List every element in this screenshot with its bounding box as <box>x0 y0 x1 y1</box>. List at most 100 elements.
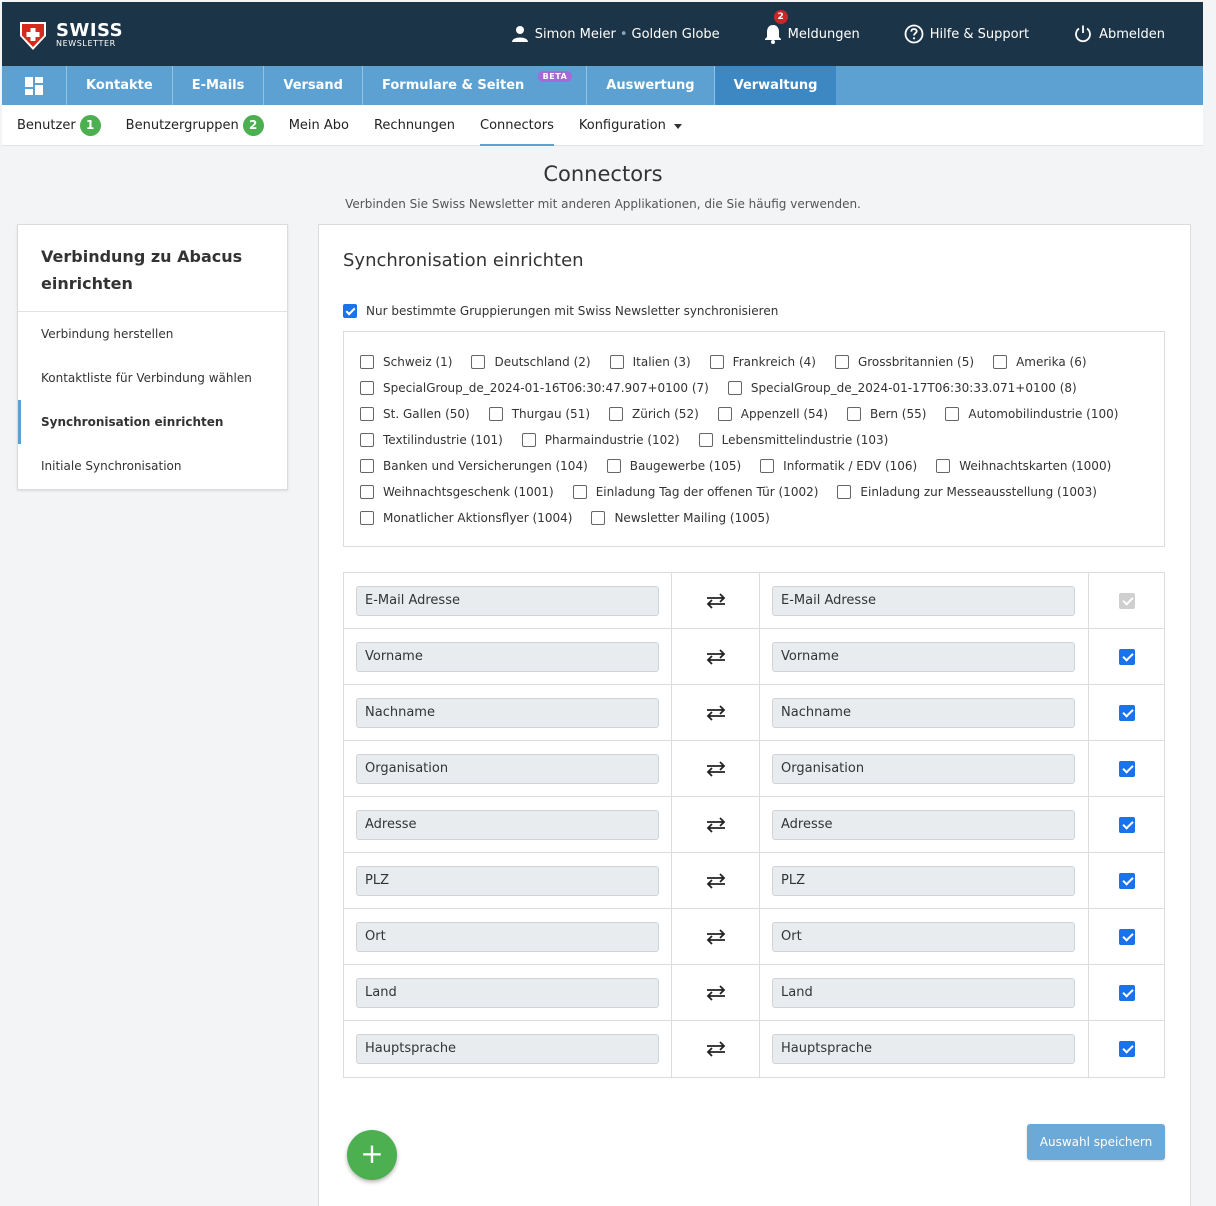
group-checkbox[interactable] <box>360 407 374 421</box>
group-option[interactable]: Deutschland (2) <box>471 355 591 369</box>
group-option[interactable]: Einladung Tag der offenen Tür (1002) <box>572 485 818 499</box>
subnav-benutzer[interactable]: Benutzer 1 <box>17 105 101 146</box>
only-groups-option[interactable]: Nur bestimmte Gruppierungen mit Swiss Ne… <box>343 304 778 318</box>
nav-auswertung[interactable]: Auswertung <box>587 66 715 105</box>
mapping-enabled-checkbox[interactable] <box>1118 648 1135 665</box>
group-checkbox[interactable] <box>360 381 374 395</box>
group-row: Weihnachtsgeschenk (1001) Einladung Tag d… <box>360 479 1164 505</box>
target-field: Ort <box>772 921 1075 952</box>
user-account-menu[interactable]: Simon Meier • Golden Globe <box>511 25 720 43</box>
mapping-enabled-checkbox[interactable] <box>1118 928 1135 945</box>
group-option[interactable]: Textilindustrie (101) <box>360 433 503 447</box>
group-label: Deutschland (2) <box>494 355 591 369</box>
group-label: Schweiz (1) <box>383 355 453 369</box>
swiss-newsletter-logo[interactable]: SWISS NEWSLETTER <box>18 20 123 50</box>
subnav-mein-abo[interactable]: Mein Abo <box>289 105 349 146</box>
group-option[interactable]: Grossbritannien (5) <box>834 355 974 369</box>
group-option[interactable]: Newsletter Mailing (1005) <box>591 511 770 525</box>
group-checkbox[interactable] <box>360 433 374 447</box>
subnav-rechnungen[interactable]: Rechnungen <box>374 105 455 146</box>
nav-kontakte[interactable]: Kontakte <box>67 66 173 105</box>
only-groups-checkbox[interactable] <box>343 304 357 318</box>
group-checkbox[interactable] <box>727 381 742 395</box>
notifications-label: Meldungen <box>787 26 860 42</box>
group-checkbox[interactable] <box>717 407 732 421</box>
group-option[interactable]: Einladung zur Messeausstellung (1003) <box>837 485 1097 499</box>
group-checkbox[interactable] <box>521 433 536 447</box>
nav-verwaltung[interactable]: Verwaltung <box>714 66 837 113</box>
notifications-button[interactable]: 2 Meldungen <box>764 10 860 44</box>
subnav-connectors[interactable]: Connectors <box>480 105 554 146</box>
group-checkbox[interactable] <box>360 485 374 499</box>
mapping-row: Nachname Nachname <box>344 685 1164 741</box>
subnav-benutzergruppen[interactable]: Benutzergruppen 2 <box>126 105 264 146</box>
group-option[interactable]: Banken und Versicherungen (104) <box>360 459 588 473</box>
group-checkbox[interactable] <box>609 355 624 369</box>
mapping-enabled-checkbox[interactable] <box>1118 1041 1135 1057</box>
step-kontaktliste-waehlen[interactable]: Kontaktliste für Verbindung wählen <box>18 356 287 400</box>
mapping-enabled-checkbox[interactable] <box>1118 704 1135 721</box>
group-label: Baugewerbe (105) <box>629 459 742 473</box>
group-option[interactable]: Thurgau (51) <box>488 407 590 421</box>
group-option[interactable]: Italien (3) <box>609 355 691 369</box>
group-option[interactable]: Automobilindustrie (100) <box>945 407 1118 421</box>
group-option[interactable]: Baugewerbe (105) <box>606 459 742 473</box>
group-checkbox[interactable] <box>847 407 861 421</box>
group-option[interactable]: Weihnachtskarten (1000) <box>936 459 1111 473</box>
group-option[interactable]: Weihnachtsgeschenk (1001) <box>360 485 554 499</box>
group-checkbox[interactable] <box>572 485 587 499</box>
nav-versand[interactable]: Versand <box>264 66 363 105</box>
group-checkbox[interactable] <box>837 485 852 499</box>
group-checkbox[interactable] <box>993 355 1008 369</box>
logo-text-newsletter: NEWSLETTER <box>56 38 116 48</box>
group-option[interactable]: St. Gallen (50) <box>360 407 470 421</box>
group-checkbox[interactable] <box>945 407 960 421</box>
target-field: Adresse <box>772 809 1075 840</box>
group-option[interactable]: SpecialGroup_de_2024-01-16T06:30:47.907+… <box>360 381 709 395</box>
nav-emails[interactable]: E-Mails <box>173 66 265 105</box>
mapping-enabled-checkbox[interactable] <box>1118 872 1135 889</box>
group-checkbox[interactable] <box>360 511 374 525</box>
help-support-link[interactable]: Hilfe & Support <box>904 24 1029 44</box>
group-option[interactable]: Pharmaindustrie (102) <box>521 433 680 447</box>
save-selection-button[interactable]: Auswahl speichern <box>1027 1124 1165 1160</box>
group-option[interactable]: Zürich (52) <box>609 407 699 421</box>
group-option[interactable]: Monatlicher Aktionsflyer (1004) <box>360 511 572 525</box>
group-checkbox[interactable] <box>760 459 775 473</box>
group-checkbox[interactable] <box>606 459 621 473</box>
group-checkbox[interactable] <box>471 355 486 369</box>
group-checkbox[interactable] <box>360 459 374 473</box>
logout-button[interactable]: Abmelden <box>1073 24 1165 44</box>
group-option[interactable]: Schweiz (1) <box>360 355 452 369</box>
group-option[interactable]: Frankreich (4) <box>709 355 816 369</box>
mapping-enabled-checkbox[interactable] <box>1118 816 1135 833</box>
group-checkbox[interactable] <box>360 355 374 369</box>
group-checkbox[interactable] <box>834 355 849 369</box>
mapping-enabled-checkbox[interactable] <box>1118 760 1135 777</box>
group-label: SpecialGroup_de_2024-01-17T06:30:33.071+… <box>750 381 1077 395</box>
group-checkbox[interactable] <box>488 407 503 421</box>
step-initiale-synchronisation[interactable]: Initiale Synchronisation <box>18 444 287 488</box>
group-label: Einladung zur Messeausstellung (1003) <box>860 485 1097 499</box>
group-checkbox[interactable] <box>591 511 606 525</box>
field-mapping-table: E-Mail Adresse E-Mail Adresse Vorname Vorna… <box>343 572 1165 1078</box>
group-checkbox[interactable] <box>936 459 951 473</box>
group-option[interactable]: Bern (55) <box>847 407 926 421</box>
source-field: Adresse <box>356 809 659 840</box>
subnav-konfiguration[interactable]: Konfiguration <box>579 105 682 146</box>
nav-formulare-seiten[interactable]: Formulare & Seiten BETA <box>363 66 588 105</box>
dashboard-grid-button[interactable] <box>2 66 67 105</box>
group-option[interactable]: Amerika (6) <box>993 355 1087 369</box>
step-synchronisation-einrichten[interactable]: Synchronisation einrichten <box>18 400 287 444</box>
group-option[interactable]: Informatik / EDV (106) <box>760 459 917 473</box>
step-verbindung-herstellen[interactable]: Verbindung herstellen <box>18 312 287 356</box>
group-option[interactable]: Appenzell (54) <box>717 407 828 421</box>
add-mapping-button[interactable]: + <box>347 1130 397 1180</box>
group-checkbox[interactable] <box>709 355 724 369</box>
group-checkbox[interactable] <box>698 433 713 447</box>
group-checkbox[interactable] <box>609 407 624 421</box>
group-option[interactable]: SpecialGroup_de_2024-01-17T06:30:33.071+… <box>727 381 1077 395</box>
mapping-enabled-checkbox[interactable] <box>1118 984 1135 1001</box>
group-selection-box: Schweiz (1) Deutschland (2) Italien (3) Fra… <box>343 331 1165 547</box>
group-option[interactable]: Lebensmittelindustrie (103) <box>698 433 888 447</box>
